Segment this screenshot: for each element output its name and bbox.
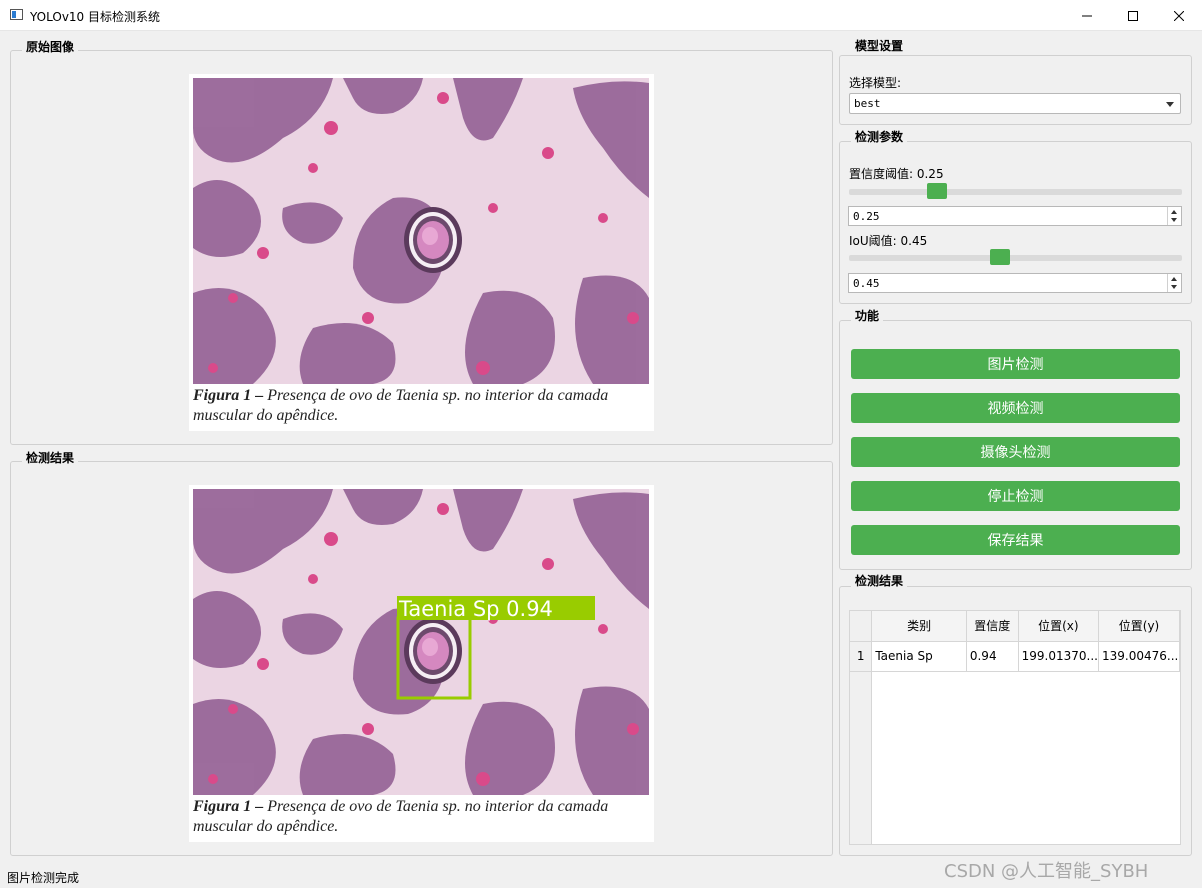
cell-y[interactable]: 139.00476...: [1098, 641, 1180, 672]
result-caption-text: Presença de ovo de Taenia sp. no interio…: [263, 798, 609, 815]
iou-stepper[interactable]: [1167, 274, 1181, 292]
results-table[interactable]: 类别 置信度 位置(x) 位置(y) 1 Taenia Sp 0.94 199.…: [849, 610, 1181, 845]
column-header-class[interactable]: 类别: [871, 611, 967, 642]
stop-detect-button[interactable]: 停止检测: [851, 481, 1180, 511]
iou-slider-track: [849, 255, 1182, 261]
result-caption-bold: Figura 1 –: [193, 798, 264, 815]
confidence-spinbox[interactable]: 0.25: [848, 206, 1182, 226]
save-results-button[interactable]: 保存结果: [851, 525, 1180, 555]
result-image-caption: Figura 1 – Presença de ovo de Taenia sp.…: [193, 797, 653, 837]
app-icon: [10, 9, 23, 20]
row-number[interactable]: 1: [850, 641, 873, 672]
minimize-button[interactable]: [1064, 0, 1110, 31]
watermark: CSDN @人工智能_SYBH: [944, 861, 1149, 882]
confidence-slider-track: [849, 189, 1182, 195]
minimize-icon: [1082, 15, 1092, 16]
model-select-label: 选择模型:: [849, 76, 902, 90]
close-button[interactable]: [1156, 0, 1202, 31]
column-header-y[interactable]: 位置(y): [1098, 611, 1180, 642]
iou-label: IoU阈值: 0.45: [849, 234, 928, 248]
confidence-slider[interactable]: [849, 183, 1182, 201]
chevron-down-icon: [1166, 102, 1174, 107]
table-header-row: 类别 置信度 位置(x) 位置(y): [850, 611, 1180, 642]
confidence-slider-handle[interactable]: [927, 183, 948, 199]
result-image: Taenia Sp 0.94 Figura 1 – Presença de ov…: [189, 485, 654, 842]
cell-x[interactable]: 199.01370...: [1018, 641, 1100, 672]
title-bar: YOLOv10 目标检测系统: [0, 0, 1202, 31]
image-detect-button[interactable]: 图片检测: [851, 349, 1180, 379]
camera-detect-button[interactable]: 摄像头检测: [851, 437, 1180, 467]
caption-line2: muscular do apêndice.: [193, 407, 339, 424]
result-caption-line2: muscular do apêndice.: [193, 818, 339, 835]
iou-slider-handle[interactable]: [989, 249, 1010, 265]
table-row[interactable]: 1 Taenia Sp 0.94 199.01370... 139.00476.…: [850, 641, 1180, 672]
detection-params-title: 检测参数: [851, 130, 908, 144]
model-select-value: best: [854, 97, 881, 110]
maximize-icon: [1128, 10, 1138, 21]
confidence-stepper[interactable]: [1167, 207, 1181, 225]
result-image-title: 检测结果: [22, 451, 79, 465]
step-up-icon[interactable]: [1171, 210, 1177, 214]
image-caption: Figura 1 – Presença de ovo de Taenia sp.…: [193, 386, 653, 426]
cell-class[interactable]: Taenia Sp: [871, 641, 967, 672]
status-text: 图片检测完成: [7, 871, 80, 885]
iou-value: 0.45: [853, 277, 880, 290]
column-header-x[interactable]: 位置(x): [1018, 611, 1100, 642]
results-title: 检测结果: [851, 574, 908, 588]
window-title: YOLOv10 目标检测系统: [30, 10, 161, 24]
step-up-icon[interactable]: [1171, 277, 1177, 281]
original-image-title: 原始图像: [22, 40, 79, 54]
confidence-label: 置信度阈值: 0.25: [849, 167, 944, 181]
confidence-value: 0.25: [853, 210, 880, 223]
detection-label: Taenia Sp 0.94: [398, 597, 553, 621]
functions-title: 功能: [851, 309, 884, 323]
close-icon: [1174, 10, 1184, 21]
column-header-confidence[interactable]: 置信度: [966, 611, 1019, 642]
step-down-icon[interactable]: [1171, 218, 1177, 222]
iou-slider[interactable]: [849, 249, 1182, 267]
video-detect-button[interactable]: 视频检测: [851, 393, 1180, 423]
table-corner[interactable]: [850, 611, 873, 642]
caption-text: Presença de ovo de Taenia sp. no interio…: [263, 387, 609, 404]
microscopy-image: [193, 78, 649, 384]
step-down-icon[interactable]: [1171, 285, 1177, 289]
iou-spinbox[interactable]: 0.45: [848, 273, 1182, 293]
model-settings-title: 模型设置: [851, 39, 908, 53]
maximize-button[interactable]: [1110, 0, 1156, 31]
cell-confidence[interactable]: 0.94: [966, 641, 1019, 672]
model-select[interactable]: best: [849, 93, 1181, 114]
original-image: Figura 1 – Presença de ovo de Taenia sp.…: [189, 74, 654, 431]
microscopy-image-annotated: Taenia Sp 0.94: [193, 489, 649, 795]
caption-bold: Figura 1 –: [193, 387, 264, 404]
